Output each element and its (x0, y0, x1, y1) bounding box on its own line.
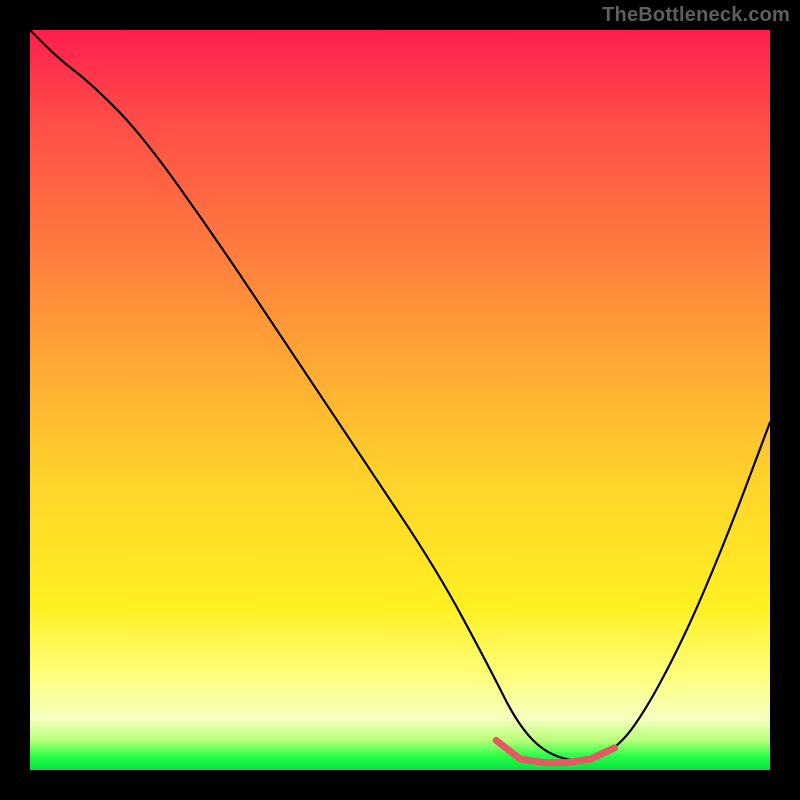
curve-svg (30, 30, 770, 770)
optimal-highlight (496, 740, 614, 762)
bottleneck-curve (30, 30, 770, 761)
watermark-text: TheBottleneck.com (602, 4, 790, 27)
plot-area (30, 30, 770, 770)
chart-frame: TheBottleneck.com (0, 0, 800, 800)
